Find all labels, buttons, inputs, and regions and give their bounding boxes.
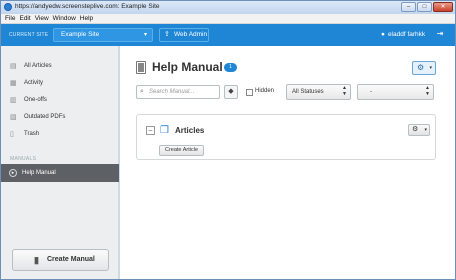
sidebar-item-activity[interactable]: ▦ Activity (1, 75, 119, 91)
sidebar-item-all-articles[interactable]: ▤ All Articles (1, 58, 119, 74)
search-input[interactable]: ⌕ Search Manual... (136, 85, 220, 99)
create-manual-label: Create Manual (47, 256, 95, 263)
menu-view[interactable]: View (35, 14, 49, 24)
user-icon: ● (381, 31, 385, 38)
web-admin-label: Web Admin (174, 31, 208, 38)
menu-edit[interactable]: Edit (19, 14, 30, 24)
menu-help[interactable]: Help (80, 14, 93, 24)
site-select[interactable]: Example Site ▾ (53, 28, 153, 42)
title-bar: https://andyedw.screensteplive.com: Exam… (1, 1, 455, 14)
manual-settings-button[interactable]: ⚙ ▾ (412, 61, 436, 75)
articles-panel: – ❐ Articles ⚙ ▾ Create Article (136, 114, 436, 160)
user-menu[interactable]: ● eladdf farhkk (381, 31, 425, 38)
sidebar-item-label: Help Manual (22, 170, 56, 176)
articles-section-title: Articles (175, 126, 205, 135)
chevron-down-icon: ▾ (143, 32, 147, 38)
create-article-button[interactable]: Create Article (159, 145, 204, 156)
page-title: Help Manual (152, 60, 223, 74)
web-admin-button[interactable]: ⇪ Web Admin (159, 28, 209, 42)
app-window: https://andyedw.screensteplive.com: Exam… (0, 0, 456, 280)
secondary-filter-select[interactable]: - ▲ ▼ (357, 84, 434, 100)
sidebar-item-label: Outdated PDFs (24, 114, 66, 120)
hidden-label: Hidden (255, 88, 275, 94)
manual-icon: ▸ (9, 169, 17, 177)
articles-settings-button[interactable]: ⚙ ▾ (408, 124, 430, 136)
tag-icon: ◆ (228, 88, 234, 95)
search-icon: ⌕ (140, 88, 144, 95)
chevron-down-icon: ▾ (424, 127, 427, 133)
sidebar-item-outdated-pdfs[interactable]: ▧ Outdated PDFs (1, 109, 119, 125)
activity-icon: ▦ (10, 80, 17, 87)
app-header: CURRENT SITE Example Site ▾ ⇪ Web Admin … (1, 24, 455, 46)
create-manual-button[interactable]: ▮ Create Manual (12, 249, 109, 271)
maximize-button[interactable]: □ (417, 2, 432, 12)
sidebar-item-label: All Articles (24, 63, 52, 69)
window-title: https://andyedw.screensteplive.com: Exam… (15, 3, 160, 10)
sidebar: ▤ All Articles ▦ Activity ▥ One-offs ▧ O… (1, 46, 119, 279)
document-icon: ▤ (10, 63, 17, 70)
sidebar-item-help-manual[interactable]: ▸ Help Manual (1, 164, 119, 182)
menu-file[interactable]: File (5, 14, 15, 24)
chevron-down-icon: ▾ (429, 65, 432, 71)
pdf-icon: ▧ (10, 114, 17, 121)
site-name: Example Site (61, 31, 100, 38)
search-placeholder: Search Manual... (149, 89, 195, 95)
main-content: Help Manual 1 ⚙ ▾ ⌕ Search Manual... ◆ Hi… (120, 46, 455, 279)
status-select[interactable]: All Statuses ▲ ▼ (286, 84, 351, 100)
close-button[interactable]: ✕ (433, 2, 453, 12)
sidebar-item-trash[interactable]: ▯ Trash (1, 126, 119, 142)
sidebar-item-label: Activity (24, 80, 44, 86)
tag-filter-button[interactable]: ◆ (224, 85, 238, 99)
menu-bar: File Edit View Window Help (1, 14, 455, 24)
app-icon (4, 3, 12, 11)
article-count-badge: 1 (224, 63, 237, 72)
sidebar-item-label: One-offs (24, 97, 47, 103)
sidebar-item-label: Trash (24, 131, 40, 137)
status-select-value: All Statuses (292, 89, 324, 95)
secondary-filter-value: - (370, 89, 372, 95)
up-down-icon: ▲ ▼ (425, 85, 430, 97)
gear-icon: ⚙ (412, 126, 419, 133)
manual-icon (136, 61, 146, 74)
user-name: eladdf farhkk (387, 31, 426, 38)
menu-window[interactable]: Window (53, 14, 76, 24)
current-site-label: CURRENT SITE (9, 32, 49, 38)
upload-icon: ⇪ (164, 31, 170, 38)
sidebar-item-one-offs[interactable]: ▥ One-offs (1, 92, 119, 108)
minimize-button[interactable]: – (401, 2, 416, 12)
gear-icon: ⚙ (417, 63, 425, 72)
collapse-toggle[interactable]: – (146, 126, 155, 135)
manuals-header: MANUALS (10, 156, 37, 162)
book-icon: ▮ (34, 255, 39, 265)
hidden-checkbox[interactable] (246, 89, 253, 96)
trash-icon: ▯ (10, 131, 14, 138)
articles-icon: ❐ (160, 125, 169, 136)
logout-icon[interactable]: ⇥ (435, 29, 445, 39)
up-down-icon: ▲ ▼ (342, 85, 347, 97)
one-off-icon: ▥ (10, 97, 17, 104)
